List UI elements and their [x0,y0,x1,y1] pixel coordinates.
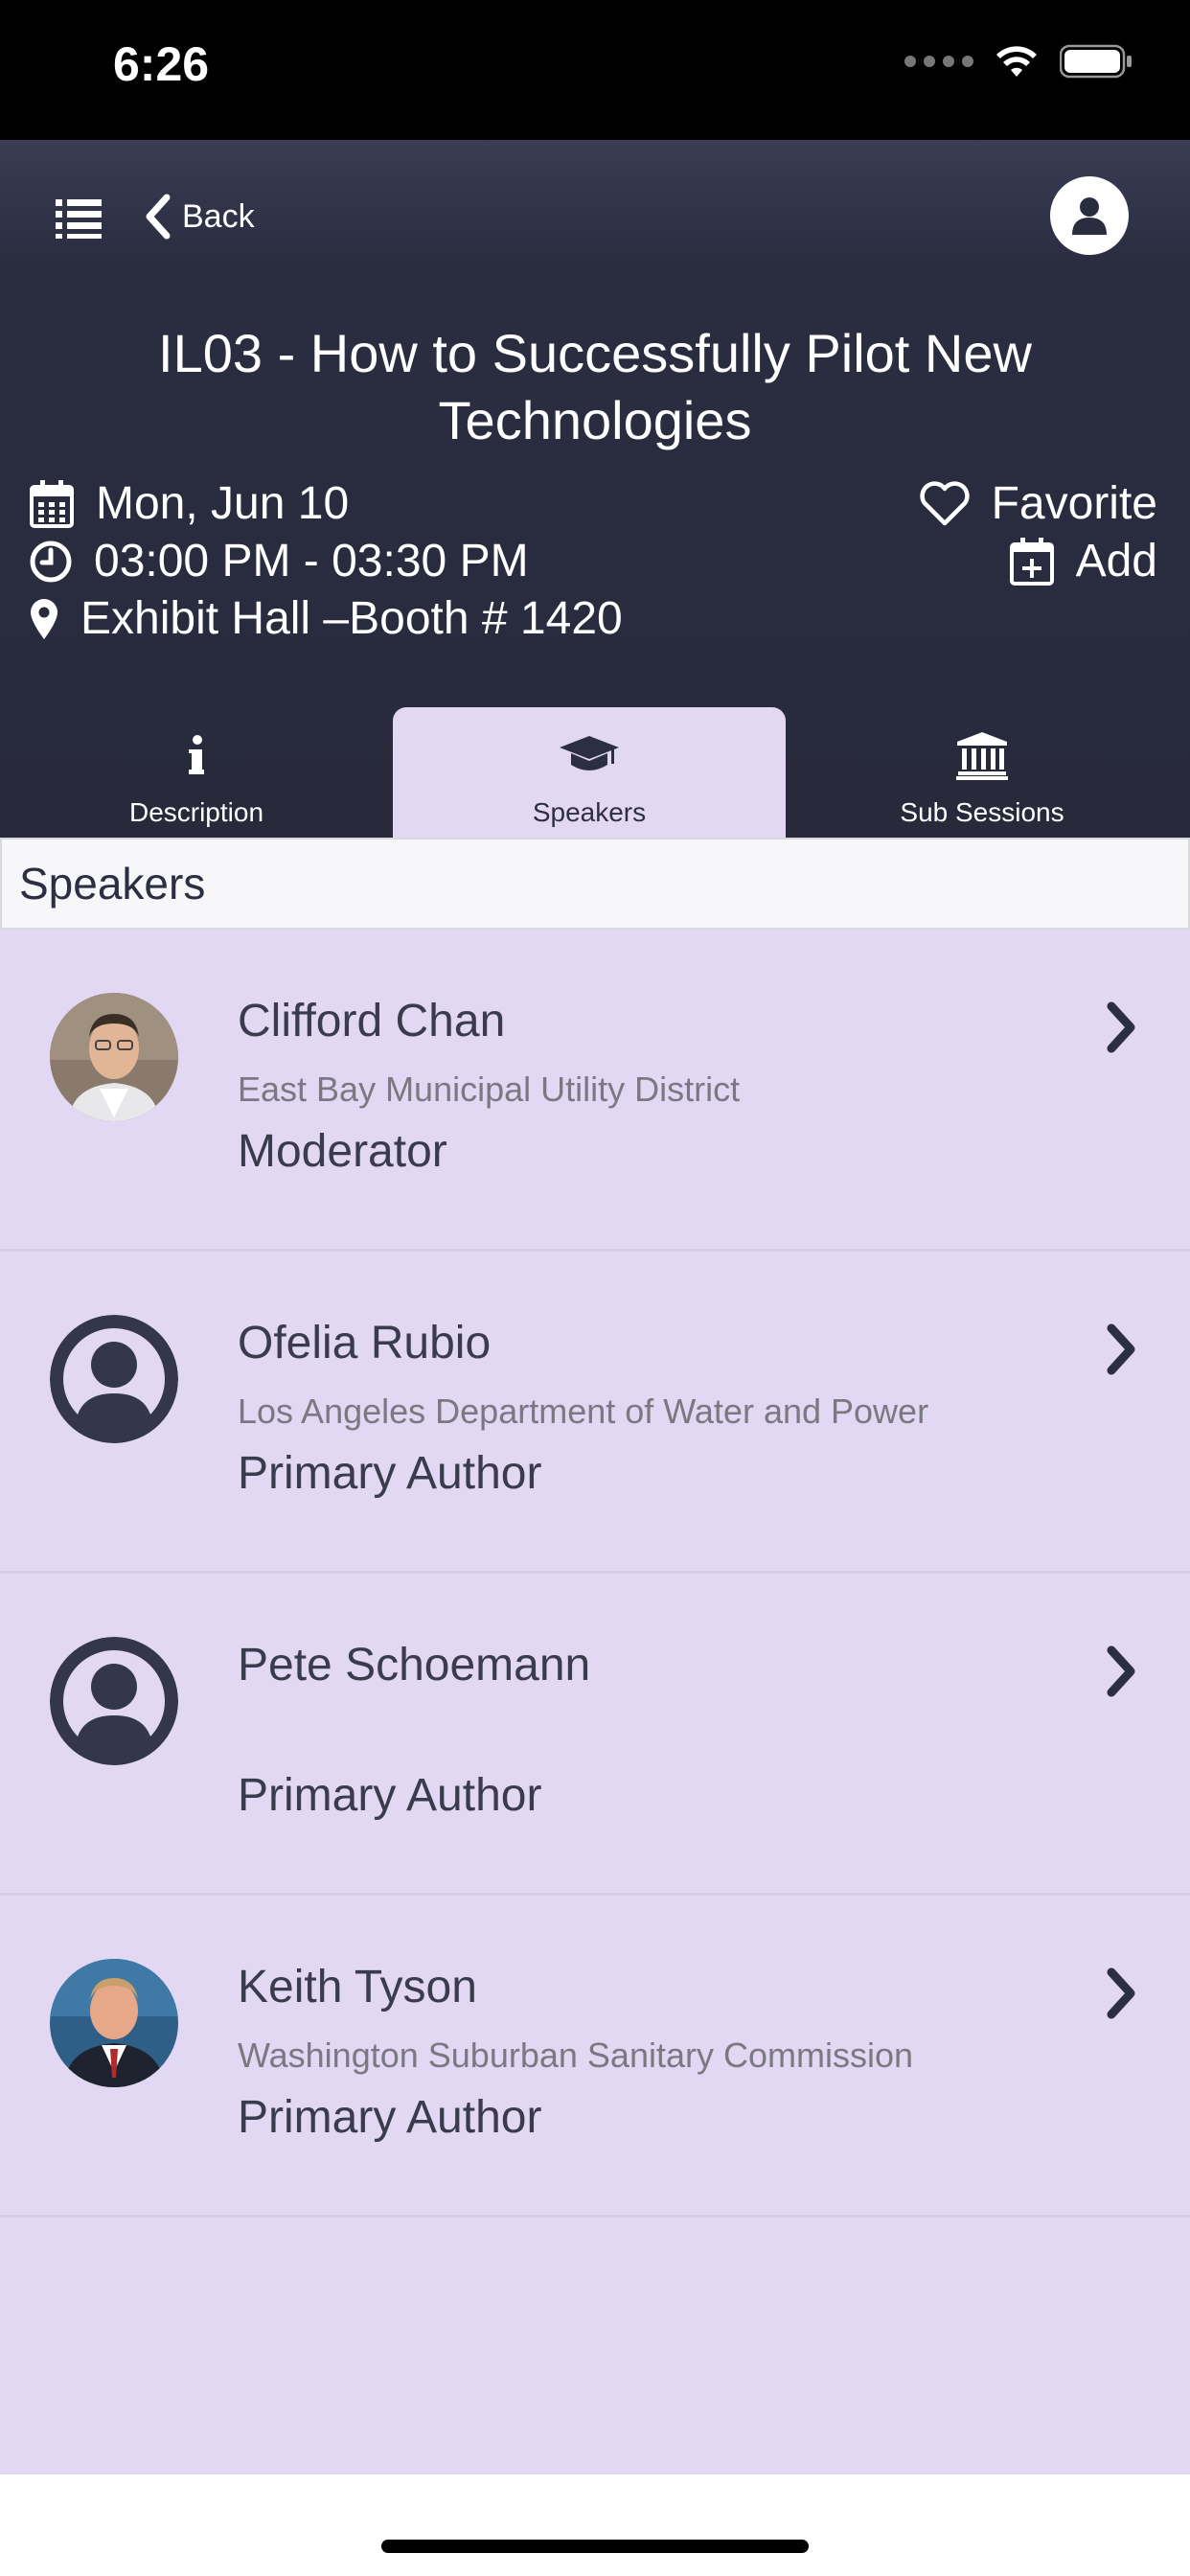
session-tabs: Description Speakers Sub Sessions [0,707,1190,838]
info-icon [189,735,204,774]
speaker-name: Pete Schoemann [238,1640,591,1690]
add-to-calendar-button[interactable]: Add [1009,535,1157,587]
speaker-role: Moderator [238,1126,447,1177]
speaker-organization: East Bay Municipal Utility District [238,1070,741,1109]
avatar-placeholder-icon [50,1637,178,1765]
chevron-right-icon [1107,1645,1135,1697]
session-date-text: Mon, Jun 10 [96,478,350,529]
tab-speakers-label: Speakers [532,797,647,827]
speaker-row[interactable]: Pete Schoemann Primary Author [0,1574,1190,1896]
speaker-organization: Los Angeles Department of Water and Powe… [238,1392,929,1431]
chevron-right-icon [1107,1001,1135,1053]
speaker-role: Primary Author [238,1770,542,1821]
institution-icon [956,732,1008,780]
wifi-icon [996,46,1037,77]
home-indicator[interactable] [381,2540,809,2553]
section-title: Speakers [19,859,206,908]
speaker-list: Clifford Chan East Bay Municipal Utility… [0,930,1190,2474]
calendar-icon [30,479,74,528]
heart-icon [919,480,970,525]
section-header: Speakers [0,838,1190,930]
tab-speakers[interactable]: Speakers [393,707,786,838]
home-indicator-area [0,2474,1190,2576]
speaker-row[interactable]: Clifford Chan East Bay Municipal Utility… [0,930,1190,1252]
chevron-right-icon [1107,1323,1135,1375]
speaker-row[interactable]: Ofelia Rubio Los Angeles Department of W… [0,1252,1190,1574]
status-time: 6:26 [113,37,210,91]
back-button[interactable]: Back [144,194,255,240]
session-time: 03:00 PM - 03:30 PM [29,535,529,587]
status-bar: 6:26 [0,0,1190,140]
avatar-placeholder-icon [50,1315,178,1443]
battery-icon [1060,44,1132,79]
clock-icon [30,540,72,582]
session-title: IL03 - How to Successfully Pilot New Tec… [158,323,1032,450]
favorite-button[interactable]: Favorite [919,477,1157,530]
calendar-plus-icon [1009,537,1054,586]
back-label: Back [182,197,255,235]
speaker-organization: Washington Suburban Sanitary Commission [238,2036,914,2075]
session-date: Mon, Jun 10 [29,477,349,530]
favorite-label: Favorite [991,478,1157,529]
speaker-role: Primary Author [238,2092,542,2143]
add-label: Add [1075,536,1157,586]
chevron-left-icon [146,194,171,240]
list-icon[interactable] [56,197,102,240]
status-icons [904,44,1133,79]
speaker-name: Ofelia Rubio [238,1318,492,1368]
graduation-cap-icon [560,736,619,770]
speaker-row[interactable]: Keith Tyson Washington Suburban Sanitary… [0,1896,1190,2218]
session-location: Exhibit Hall –Booth # 1420 [29,592,623,645]
tab-description-label: Description [128,797,264,827]
speaker-role: Primary Author [238,1448,542,1499]
profile-button[interactable] [1050,176,1129,255]
session-time-text: 03:00 PM - 03:30 PM [94,536,529,586]
speaker-name: Keith Tyson [238,1962,477,2012]
session-location-text: Exhibit Hall –Booth # 1420 [80,593,623,644]
speaker-photo [50,993,178,1121]
user-icon [1072,197,1107,235]
map-marker-icon [31,598,57,639]
chevron-right-icon [1107,1967,1135,2019]
tab-sub-sessions-label: Sub Sessions [900,797,1064,827]
tab-description[interactable]: Description [0,707,393,838]
speaker-name: Clifford Chan [238,996,506,1046]
tab-sub-sessions[interactable]: Sub Sessions [786,707,1179,838]
speaker-photo [50,1959,178,2087]
cellular-signal-icon [904,56,973,67]
